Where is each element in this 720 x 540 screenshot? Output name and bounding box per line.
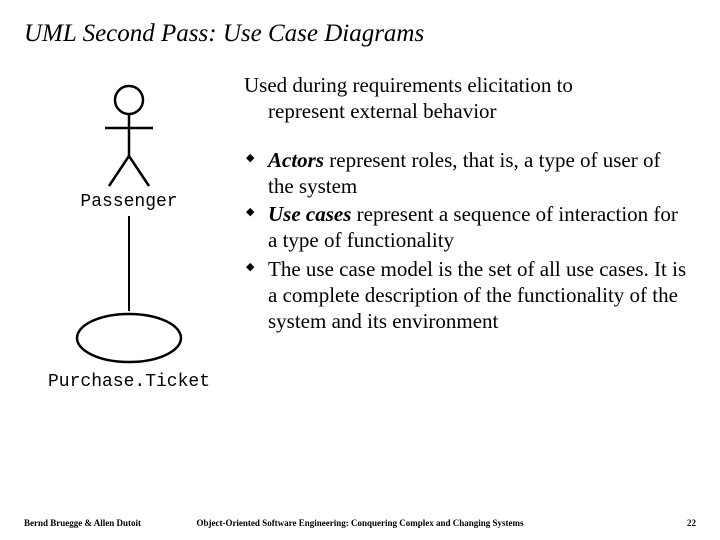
bullet-text: represent roles, that is, a type of user… [268, 148, 661, 198]
diagram-column: Passenger Purchase.Ticket [24, 72, 234, 392]
intro-line1: Used during requirements elicitation to [244, 73, 573, 97]
intro-line2: represent external behavior [244, 99, 497, 123]
bullet-text: The use case model is the set of all use… [268, 257, 686, 334]
usecase-label: Purchase.Ticket [48, 372, 210, 392]
bullet-emphasis: Actors [268, 148, 324, 172]
actor-label: Passenger [80, 192, 177, 212]
usecase-ellipse-icon [74, 311, 184, 366]
list-item: The use case model is the set of all use… [246, 256, 696, 335]
footer-page-number: 22 [687, 518, 696, 528]
intro-text: Used during requirements elicitation to … [238, 72, 696, 125]
actor-stickman-icon [99, 84, 159, 188]
text-column: Used during requirements elicitation to … [234, 72, 696, 392]
footer-book-title: Object-Oriented Software Engineering: Co… [0, 518, 720, 528]
association-line-icon [128, 216, 130, 311]
list-item: Actors represent roles, that is, a type … [246, 147, 696, 200]
slide-content: Passenger Purchase.Ticket Used during re… [0, 54, 720, 392]
bullet-list: Actors represent roles, that is, a type … [238, 147, 696, 335]
list-item: Use cases represent a sequence of intera… [246, 201, 696, 254]
slide-title: UML Second Pass: Use Case Diagrams [0, 0, 720, 54]
bullet-emphasis: Use cases [268, 202, 351, 226]
